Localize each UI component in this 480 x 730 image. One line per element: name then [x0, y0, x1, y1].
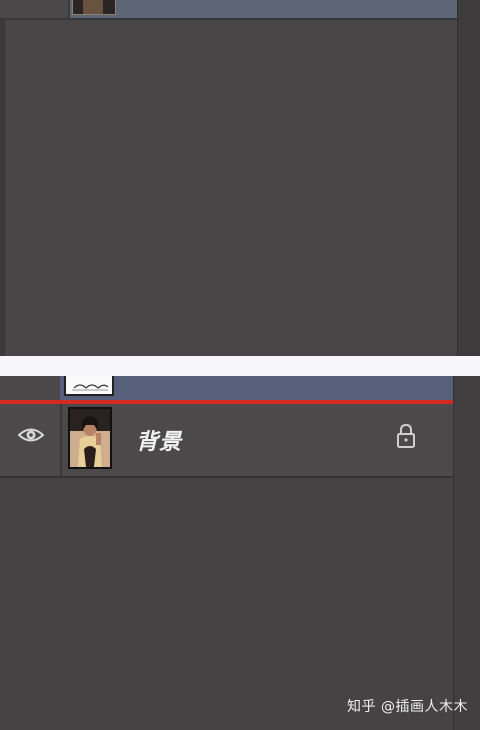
image-separator [0, 356, 480, 376]
selected-layer-eye-cell[interactable] [0, 376, 60, 400]
lock-icon[interactable] [396, 423, 416, 449]
portrait-photo-thumbnail [70, 409, 110, 467]
layers-panel-bottom: 背景 [0, 376, 480, 730]
selected-layer-row[interactable] [0, 376, 468, 404]
panel-scrollbar[interactable] [457, 0, 480, 356]
screenshot-composite: 背景 知乎 @插画人木木 [0, 0, 480, 730]
eye-icon[interactable] [18, 426, 44, 444]
line-art-icon [72, 384, 109, 391]
panel-left-edge [0, 0, 5, 356]
layer-row-background[interactable]: 背景 [0, 404, 454, 478]
layer-name[interactable]: 背景 [136, 424, 182, 456]
layer-thumbnail[interactable] [72, 0, 116, 15]
layer-thumbnail[interactable] [68, 407, 112, 469]
layer-row-partial[interactable] [0, 0, 458, 20]
watermark-text: 知乎 @插画人木木 [347, 699, 468, 715]
layers-panel-top [0, 0, 480, 356]
panel-scrollbar[interactable] [453, 376, 480, 730]
selected-layer-thumbnail[interactable] [64, 376, 114, 396]
layer-row-separator [0, 18, 458, 20]
visibility-toggle[interactable] [0, 404, 62, 476]
layer-selection-highlight [70, 0, 458, 18]
